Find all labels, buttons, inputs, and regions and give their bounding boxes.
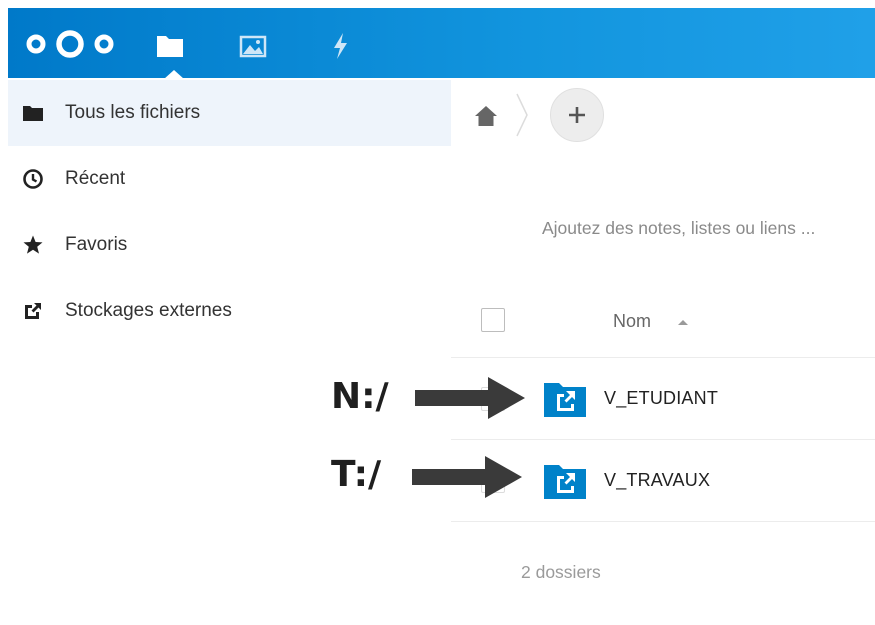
file-list-area: Ajoutez des notes, listes ou liens ... N… — [451, 78, 875, 625]
sidebar-item-label: Stockages externes — [65, 300, 232, 321]
files-app-icon[interactable] — [153, 30, 187, 62]
sidebar-item-label: Tous les fichiers — [65, 102, 201, 123]
sidebar-item-external-storage[interactable]: Stockages externes — [8, 278, 451, 344]
sidebar-item-label: Récent — [65, 168, 126, 189]
column-header-name[interactable]: Nom — [613, 311, 651, 332]
activity-app-icon[interactable] — [324, 30, 358, 62]
row-divider — [451, 521, 875, 522]
sidebar: Tous les fichiers Récent Favoris Stockag… — [8, 78, 451, 625]
annotation-arrow-icon — [415, 377, 525, 419]
annotation-drive-t: T:/ — [331, 454, 382, 495]
sidebar-item-recent[interactable]: Récent — [8, 146, 451, 212]
file-summary: 2 dossiers — [521, 562, 601, 582]
external-link-icon — [21, 299, 45, 323]
top-header — [8, 8, 875, 79]
sidebar-item-all-files[interactable]: Tous les fichiers — [8, 80, 451, 146]
rich-workspace-placeholder[interactable]: Ajoutez des notes, listes ou liens ... — [542, 218, 815, 239]
plus-icon — [569, 107, 585, 123]
sidebar-item-favorites[interactable]: Favoris — [8, 212, 451, 278]
breadcrumb-separator-icon — [516, 93, 528, 137]
external-folder-icon — [544, 383, 586, 417]
home-icon[interactable] — [473, 103, 499, 129]
sidebar-item-label: Favoris — [65, 234, 128, 255]
nextcloud-logo-icon[interactable] — [22, 28, 118, 60]
file-name[interactable]: V_ETUDIANT — [604, 388, 718, 409]
star-icon — [21, 233, 45, 257]
select-all-checkbox[interactable] — [481, 308, 505, 332]
add-new-button[interactable] — [550, 88, 604, 142]
annotation-arrow-icon — [412, 456, 522, 498]
clock-icon — [21, 167, 45, 191]
annotation-drive-n: N:/ — [331, 376, 389, 417]
folder-icon — [21, 101, 45, 125]
sort-ascending-icon — [678, 320, 688, 325]
photos-app-icon[interactable] — [236, 30, 270, 62]
external-folder-icon — [544, 465, 586, 499]
file-name[interactable]: V_TRAVAUX — [604, 470, 710, 491]
